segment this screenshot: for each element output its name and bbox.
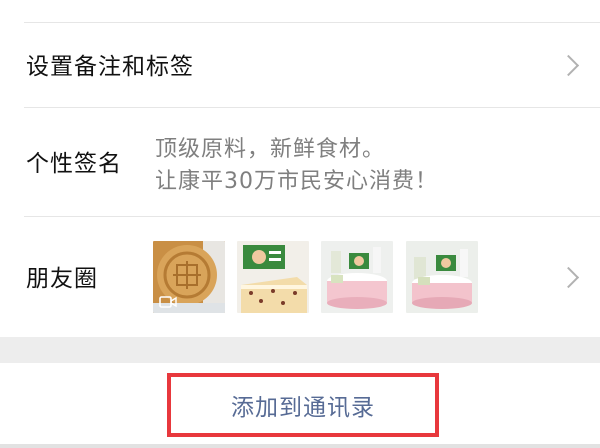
moments-thumbnail-1[interactable]	[153, 241, 225, 313]
cake-slice-image	[237, 241, 309, 313]
chevron-right-icon	[557, 54, 580, 77]
remark-and-tags-row[interactable]: 设置备注和标签	[0, 23, 600, 107]
remark-and-tags-label: 设置备注和标签	[26, 54, 194, 80]
chevron-right-icon	[557, 266, 580, 289]
signature-label: 个性签名	[26, 151, 122, 177]
video-camera-icon	[159, 296, 177, 308]
signature-row: 个性签名 顶级原料，新鲜食材。 让康平30万市民安心消费！	[0, 108, 600, 216]
add-to-contacts-button[interactable]: 添加到通讯录	[167, 373, 439, 437]
signature-text-line-2: 让康平30万市民安心消费！	[155, 169, 438, 194]
profile-card: 设置备注和标签 个性签名 顶级原料，新鲜食材。 让康平30万市民安心消费！ 朋友…	[0, 0, 600, 337]
moments-label: 朋友圈	[26, 266, 98, 292]
moments-thumbnail-4[interactable]	[406, 241, 478, 313]
moments-thumbnail-2[interactable]	[237, 241, 309, 313]
pink-cake-image	[321, 241, 393, 313]
divider	[0, 444, 600, 448]
pink-cake-image	[406, 241, 478, 313]
signature-text-line-1: 顶级原料，新鲜食材。	[155, 137, 386, 162]
moments-thumbnail-3[interactable]	[321, 241, 393, 313]
